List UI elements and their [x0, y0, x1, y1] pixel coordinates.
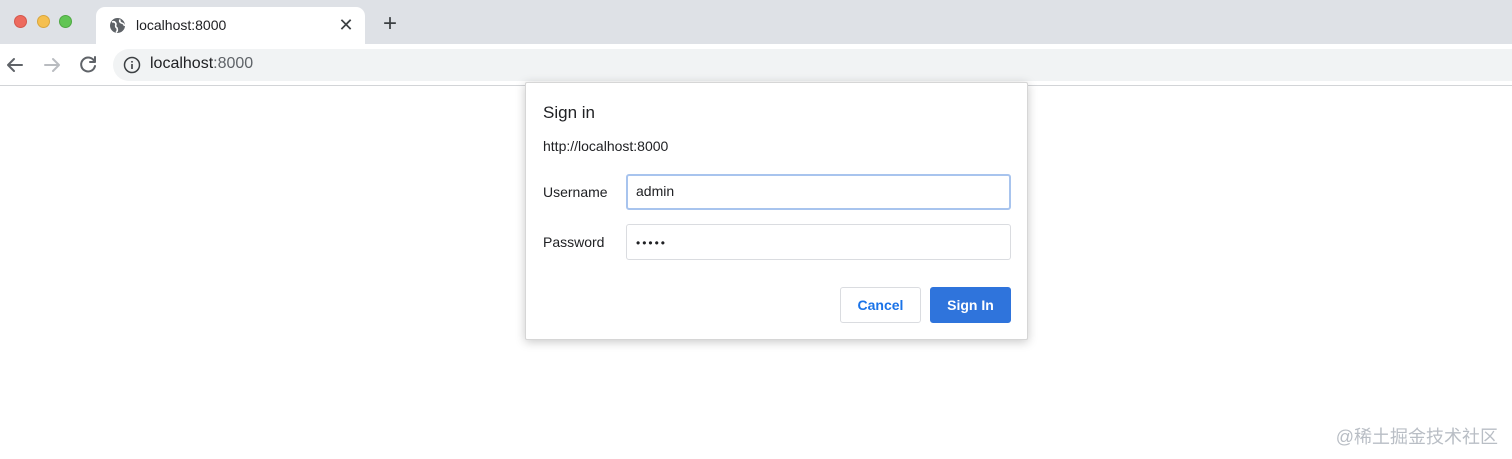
- cancel-button[interactable]: Cancel: [840, 287, 921, 323]
- username-field[interactable]: admin: [626, 174, 1011, 210]
- window-maximize-button[interactable]: [59, 15, 72, 28]
- sign-in-button[interactable]: Sign In: [930, 287, 1011, 323]
- sign-in-dialog: Sign in http://localhost:8000 Username a…: [525, 82, 1028, 340]
- url-text: localhost:8000: [150, 55, 253, 73]
- tab-title: localhost:8000: [136, 17, 227, 33]
- plus-icon[interactable]: +: [378, 12, 402, 36]
- arrow-left-icon[interactable]: [3, 53, 27, 77]
- dialog-title: Sign in: [543, 103, 595, 122]
- password-label: Password: [543, 234, 605, 250]
- url-port: :8000: [213, 55, 254, 72]
- reload-icon[interactable]: [76, 53, 100, 77]
- info-icon[interactable]: [123, 56, 141, 74]
- window-minimize-button[interactable]: [37, 15, 50, 28]
- browser-tab[interactable]: localhost:8000 ✕: [96, 7, 365, 44]
- browser-toolbar: localhost:8000: [0, 44, 1512, 86]
- url-host: localhost: [150, 55, 214, 72]
- password-field[interactable]: •••••: [626, 224, 1011, 260]
- username-label: Username: [543, 184, 608, 200]
- arrow-right-icon[interactable]: [40, 53, 64, 77]
- dialog-origin: http://localhost:8000: [543, 138, 669, 154]
- address-bar[interactable]: localhost:8000: [113, 49, 1512, 81]
- close-icon[interactable]: ✕: [336, 15, 356, 35]
- window-close-button[interactable]: [14, 15, 27, 28]
- tab-strip: localhost:8000 ✕ +: [0, 0, 1512, 44]
- globe-icon: [109, 17, 126, 34]
- watermark: @稀土掘金技术社区: [1335, 427, 1498, 447]
